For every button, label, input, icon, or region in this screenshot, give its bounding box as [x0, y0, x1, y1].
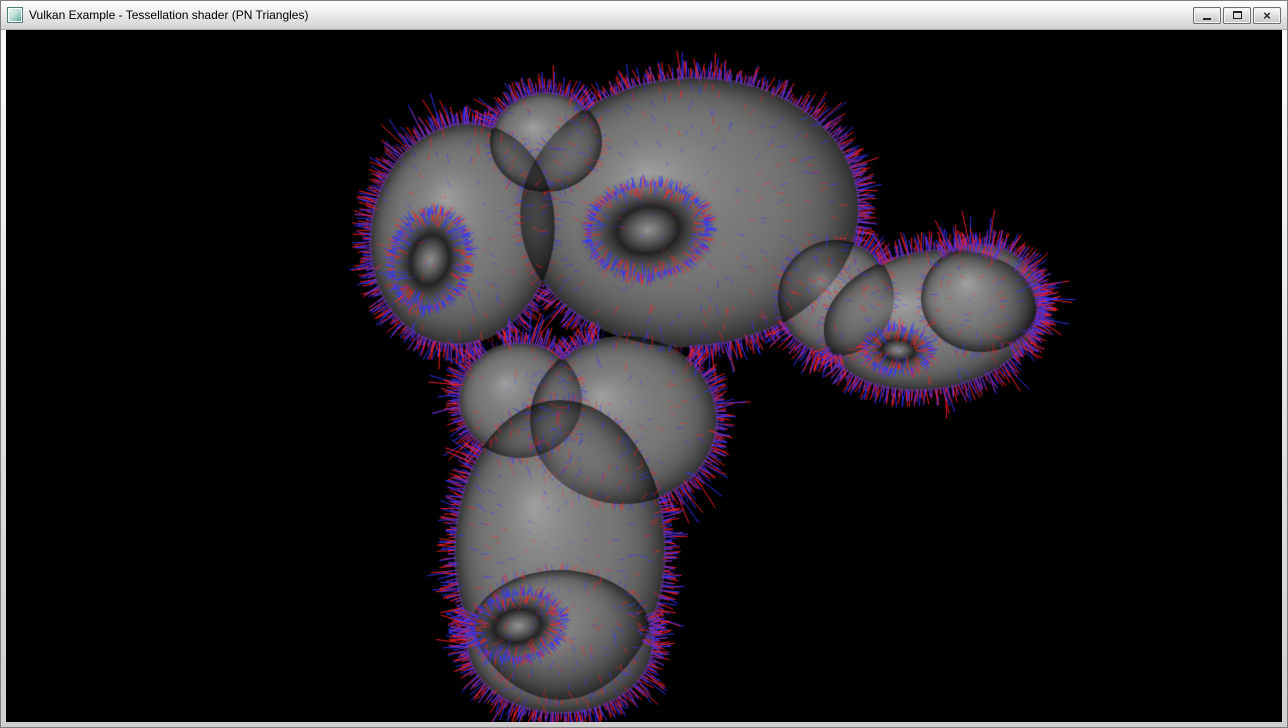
- close-icon: ×: [1263, 8, 1271, 23]
- close-button[interactable]: ×: [1253, 7, 1281, 24]
- maximize-button[interactable]: [1223, 7, 1251, 24]
- window-title: Vulkan Example - Tessellation shader (PN…: [29, 8, 308, 22]
- render-viewport[interactable]: [6, 30, 1282, 722]
- titlebar[interactable]: Vulkan Example - Tessellation shader (PN…: [1, 1, 1287, 30]
- minimize-icon: [1203, 18, 1211, 20]
- minimize-button[interactable]: [1193, 7, 1221, 24]
- app-window: Vulkan Example - Tessellation shader (PN…: [0, 0, 1288, 728]
- window-controls: ×: [1193, 7, 1281, 24]
- app-icon: [7, 7, 23, 23]
- maximize-icon: [1233, 11, 1242, 19]
- vulkan-render-canvas[interactable]: [6, 30, 1282, 722]
